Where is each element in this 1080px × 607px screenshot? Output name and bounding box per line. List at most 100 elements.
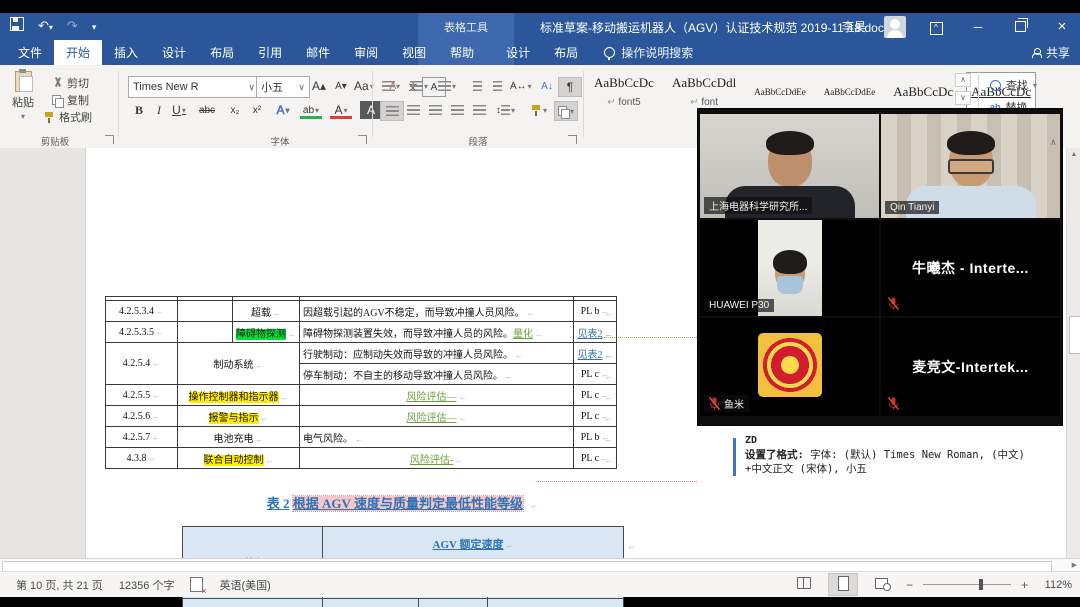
superscript-button[interactable]: x²	[246, 101, 268, 119]
page-indicator[interactable]: 第 10 页, 共 21 页	[16, 577, 103, 593]
web-layout-button[interactable]	[868, 574, 896, 595]
redo-button[interactable]: ↷	[67, 18, 78, 34]
text-effects-button[interactable]: A▾	[272, 101, 294, 119]
participant-tile[interactable]: 麦竞文-Intertek...	[881, 318, 1060, 416]
language-indicator[interactable]: 英语(美国)	[219, 577, 270, 593]
zoom-in-button[interactable]: +	[1021, 578, 1028, 592]
restore-button[interactable]	[1008, 18, 1032, 35]
horizontal-scrollbar[interactable]: ▶	[0, 558, 1080, 572]
participant-tile[interactable]: 牛曦杰 - Interte...	[881, 220, 1060, 316]
table-cell: 联合自动控制	[178, 448, 300, 469]
borders-button[interactable]: ▾	[554, 101, 578, 121]
line-spacing-button[interactable]: ↕▾	[494, 101, 517, 119]
chevron-down-icon: ▾	[570, 107, 574, 116]
scroll-up-button[interactable]: ▲	[1067, 148, 1080, 162]
paragraph-dialog-launcher[interactable]	[568, 135, 577, 144]
tab-引用[interactable]: 引用	[246, 40, 294, 65]
vertical-scrollbar[interactable]: ▲	[1066, 148, 1080, 558]
share-button[interactable]: 共享	[1032, 40, 1070, 65]
distribute-button[interactable]	[468, 101, 490, 119]
tell-me-search[interactable]: 操作说明搜索	[604, 40, 693, 65]
save-button[interactable]	[10, 17, 24, 34]
ribbon-display-options-button[interactable]: ^	[924, 19, 948, 35]
styles-scroll-down-button[interactable]: ∨	[955, 91, 971, 105]
vertical-scrollbar-thumb[interactable]	[1069, 316, 1080, 354]
word-count[interactable]: 12356 个字	[119, 577, 175, 593]
user-avatar[interactable]	[884, 16, 906, 38]
styles-scroll-up-button[interactable]: ∧	[955, 73, 971, 87]
table-cell: 报警与指示	[178, 406, 300, 427]
zoom-slider[interactable]	[923, 584, 1011, 585]
tab-开始[interactable]: 开始	[54, 40, 102, 65]
text-highlight-button[interactable]: ab▾	[300, 101, 322, 119]
align-left-button[interactable]	[380, 101, 404, 121]
cut-button[interactable]: 剪切	[52, 75, 89, 91]
tab-插入[interactable]: 插入	[102, 40, 150, 65]
contextual-tab-布局[interactable]: 布局	[542, 40, 590, 65]
format-painter-button[interactable]: 格式刷	[44, 109, 92, 125]
font-size-combo[interactable]: 小五 ∨	[256, 76, 310, 98]
paste-button[interactable]: 粘贴 ▾	[12, 71, 34, 121]
undo-button[interactable]: ↶▾	[38, 18, 53, 34]
grow-font-button[interactable]: A▴	[308, 77, 330, 95]
proofing-status[interactable]	[190, 577, 203, 593]
format-painter-icon	[44, 112, 55, 123]
multilevel-list-button[interactable]: ▾	[436, 77, 458, 95]
participant-tile[interactable]: HUAWEI P30	[700, 220, 879, 316]
clipboard-dialog-launcher[interactable]	[105, 135, 114, 144]
print-layout-button[interactable]	[828, 573, 858, 596]
read-mode-button[interactable]	[790, 574, 818, 595]
italic-button[interactable]: I	[148, 101, 170, 119]
style-chip[interactable]: AaBbCcDdlfont	[668, 73, 740, 110]
shrink-font-button[interactable]: A▾	[330, 77, 352, 95]
style-chip[interactable]: AaBbCcDdEe	[820, 73, 880, 110]
zoom-out-button[interactable]: −	[906, 578, 913, 592]
close-button[interactable]: ×	[1050, 18, 1074, 35]
customize-qat-button[interactable]: ▾	[92, 18, 97, 33]
decrease-indent-button[interactable]	[466, 77, 488, 95]
find-button[interactable]: 查找 ▾	[990, 77, 1037, 93]
copy-button[interactable]: 复制	[52, 92, 89, 108]
zoom-percentage[interactable]: 112%	[1038, 579, 1072, 591]
increase-indent-button[interactable]	[486, 77, 508, 95]
tab-file[interactable]: 文件	[6, 40, 54, 65]
participant-tile[interactable]: 上海电器科学研究所...	[700, 114, 879, 218]
minimize-button[interactable]: ─	[966, 20, 990, 34]
justify-button[interactable]	[446, 101, 468, 119]
video-conference-panel[interactable]: 上海电器科学研究所... Qin Tianyi HUAWEI P30牛曦杰 - In…	[697, 108, 1063, 426]
participant-name: Qin Tianyi	[890, 202, 934, 213]
zoom-slider-thumb[interactable]	[979, 579, 983, 590]
font-color-button[interactable]: A▾	[330, 101, 352, 119]
style-chip[interactable]: AaBbCcDcfont5	[590, 73, 658, 110]
contextual-tab-设计[interactable]: 设计	[494, 40, 542, 65]
participant-tile[interactable]: 鱼米	[700, 318, 879, 416]
strikethrough-button[interactable]: abc	[196, 101, 218, 119]
asian-layout-button[interactable]: A↔▾	[508, 77, 534, 95]
align-center-button[interactable]	[402, 101, 424, 119]
style-chip[interactable]: AaBbCcDdEe	[750, 73, 810, 110]
numbering-button[interactable]: ▾	[408, 77, 430, 95]
cell-text: 因超载引起的AGV不稳定，而导致冲撞人员风险。	[303, 308, 525, 319]
scroll-right-button[interactable]: ▶	[1072, 561, 1077, 569]
show-hide-marks-button[interactable]: ¶	[558, 77, 582, 97]
participant-tile[interactable]: Qin Tianyi	[881, 114, 1060, 218]
bold-button[interactable]: B	[128, 101, 150, 119]
tab-审阅[interactable]: 审阅	[342, 40, 390, 65]
align-right-button[interactable]	[424, 101, 446, 119]
underline-button[interactable]: U▾	[168, 101, 190, 119]
tab-布局[interactable]: 布局	[198, 40, 246, 65]
font-name-combo[interactable]: Times New R ∨	[128, 76, 260, 98]
collapse-ribbon-button[interactable]: ∧	[1050, 137, 1057, 148]
shading-button[interactable]: ▾	[528, 101, 550, 119]
sort-button[interactable]: A↓	[536, 77, 558, 95]
bullets-button[interactable]: ▾	[380, 77, 402, 95]
comment-balloon[interactable]: ZD 设置了格式: 字体: (默认) Times New Roman, (中文)…	[745, 434, 1067, 476]
character-shading-button[interactable]: A	[360, 101, 382, 119]
subscript-button[interactable]: x₂	[224, 101, 246, 119]
tab-视图[interactable]: 视图	[390, 40, 438, 65]
style-chip[interactable]: AaBbCcDc	[889, 73, 957, 110]
tab-帮助[interactable]: 帮助	[438, 40, 486, 65]
tab-邮件[interactable]: 邮件	[294, 40, 342, 65]
font-dialog-launcher[interactable]	[358, 135, 367, 144]
tab-设计[interactable]: 设计	[150, 40, 198, 65]
